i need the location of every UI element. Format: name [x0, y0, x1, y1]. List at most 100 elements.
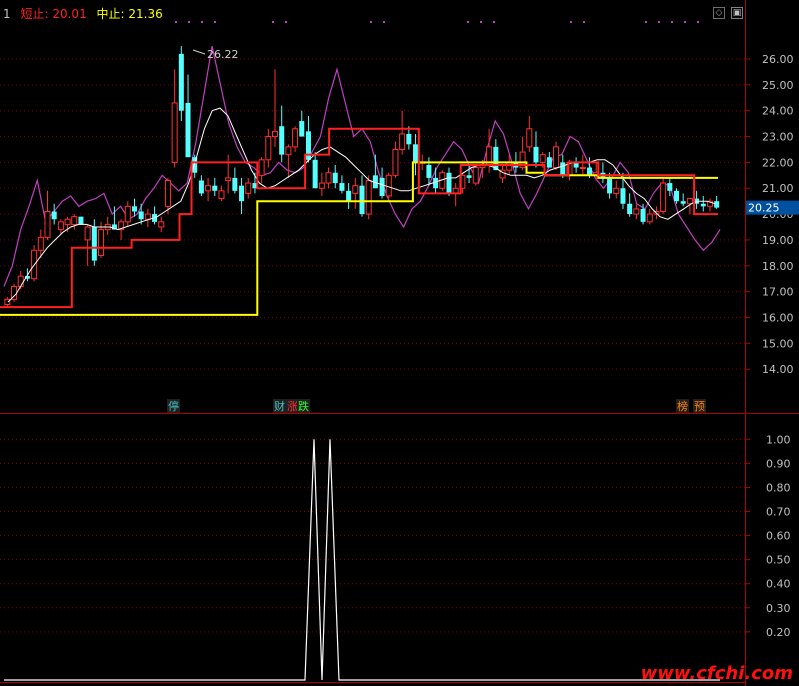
candle-body [332, 172, 338, 184]
upper-band-line [3, 45, 721, 287]
candle-body [84, 226, 91, 241]
y-tick-label: 21.00 [762, 182, 794, 195]
candle-body [205, 185, 212, 192]
candle-body [98, 229, 105, 256]
y-tick-label: 14.00 [762, 363, 794, 376]
window-close-icon[interactable]: ▣ [731, 7, 743, 19]
diamond-icon[interactable]: ◇ [713, 7, 725, 19]
candle-body [138, 211, 144, 220]
y-tick-label: 0.50 [766, 554, 791, 567]
candle-body [539, 154, 546, 163]
event-marker: 预 [694, 400, 705, 413]
candle-body [413, 144, 419, 163]
peak-leader-line [192, 49, 206, 55]
candle-body [446, 172, 452, 194]
candle-body [171, 102, 178, 163]
y-tick-label: 24.00 [762, 105, 794, 118]
candle-body [579, 167, 586, 170]
y-tick-label: 0.80 [766, 481, 791, 494]
candle-body [225, 177, 232, 181]
candle-body [44, 211, 51, 238]
candle-body [714, 201, 720, 208]
candle-body [158, 221, 165, 228]
candle-body [587, 167, 593, 176]
candle-body [472, 167, 479, 184]
top-dot [658, 21, 660, 23]
y-tick-label: 16.00 [762, 311, 794, 324]
top-dot [285, 21, 287, 23]
y-tick-label: 15.00 [762, 337, 794, 350]
top-dot [272, 21, 274, 23]
candle-body [285, 146, 292, 156]
y-tick-label: 23.00 [762, 131, 794, 144]
candle-body [144, 213, 151, 220]
candle-body [212, 185, 218, 191]
top-dot [467, 21, 469, 23]
candle-body [164, 179, 171, 207]
candle-body [660, 182, 667, 212]
candle-body [546, 157, 552, 168]
candle-body [359, 185, 365, 215]
candle-body [37, 236, 44, 251]
current-price-label: 20.25 [748, 202, 780, 215]
candle-body [640, 208, 646, 222]
peak-label: 26.22 [207, 48, 239, 61]
candle-body [64, 218, 71, 225]
candle-body [131, 206, 137, 212]
candle-body [466, 175, 472, 178]
candle-body [406, 133, 412, 145]
event-marker: 财 [274, 399, 285, 413]
candle-body [91, 227, 97, 261]
top-dot [214, 21, 216, 23]
short-stop-label: 短止 [20, 7, 45, 21]
candle-body [646, 213, 653, 223]
candle-body [279, 126, 285, 155]
event-marker: 跌 [298, 399, 309, 413]
y-tick-label: 22.00 [762, 156, 794, 169]
y-tick-label: 18.00 [762, 260, 794, 273]
candle-body [346, 190, 352, 202]
candle-body [312, 159, 318, 189]
y-tick-label: 0.40 [766, 578, 791, 591]
candle-body [392, 148, 399, 176]
candle-body [17, 275, 24, 287]
candle-body [124, 205, 131, 223]
y-tick-label: 1.00 [766, 433, 791, 446]
y-tick-label: 0.20 [766, 626, 791, 639]
candle-body [198, 180, 204, 194]
candle-body [680, 201, 686, 204]
candle-body [51, 211, 57, 220]
candle-body [686, 198, 693, 205]
top-dot [493, 21, 495, 23]
candle-body [258, 159, 265, 176]
top-dot [583, 21, 585, 23]
mid-stop-value: 21.36 [128, 7, 163, 21]
chart-index: 1 [3, 7, 11, 21]
candle-body [57, 221, 64, 231]
candle-body [245, 182, 252, 194]
y-tick-label: 0.30 [766, 602, 791, 615]
y-tick-label: 25.00 [762, 79, 794, 92]
candle-body [178, 53, 184, 111]
candle-body [78, 216, 84, 225]
candle-body [399, 133, 406, 150]
candle-body [299, 121, 305, 137]
candle-body [627, 203, 633, 215]
candle-body [607, 177, 613, 194]
event-marker: 榜 [677, 399, 688, 413]
chart-header: 1 短止: 20.01 中止: 21.36 [3, 7, 163, 21]
candle-body [325, 172, 332, 184]
y-tick-label: 19.00 [762, 234, 794, 247]
candle-body [506, 161, 513, 171]
top-dot [370, 21, 372, 23]
candle-body [385, 174, 392, 197]
top-dot [480, 21, 482, 23]
top-dot [201, 21, 203, 23]
candle-body [318, 182, 325, 189]
top-dot [570, 21, 572, 23]
candle-body [265, 136, 272, 161]
top-dot [697, 21, 699, 23]
candle-body [633, 208, 640, 215]
candle-body [667, 183, 673, 191]
candle-body [4, 298, 11, 306]
